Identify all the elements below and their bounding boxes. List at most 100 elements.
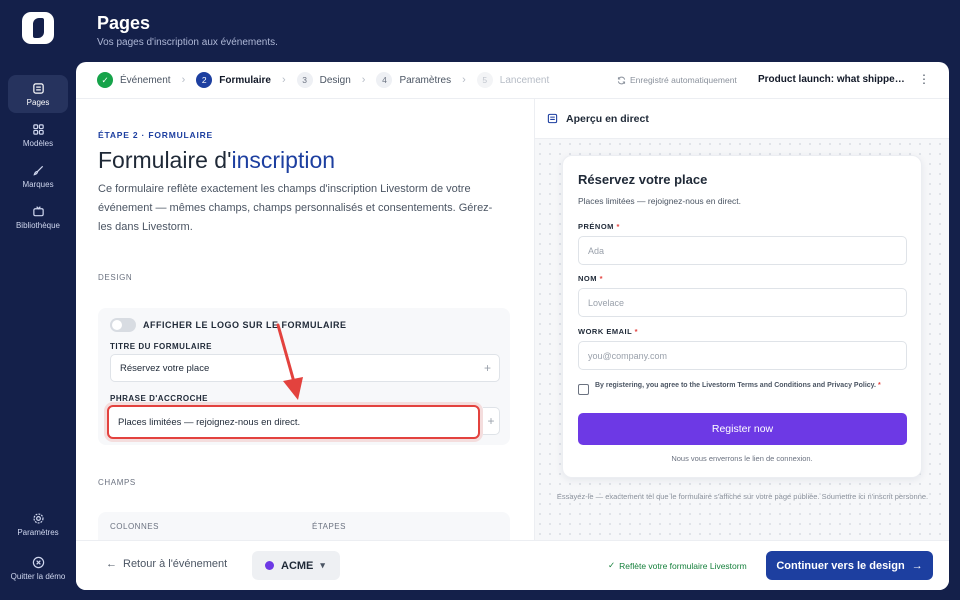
footer-bar: ← Retour à l'événement ACME ▾ ✓ Reflète … [76,540,949,590]
sidebar-item-modeles[interactable]: Modèles [8,116,68,154]
design-settings-box: AFFICHER LE LOGO SUR LE FORMULAIRE TITRE… [98,308,510,445]
step-parametres[interactable]: 4 Paramètres [376,72,451,88]
brand-color-dot [265,561,274,570]
step-label: Paramètres [399,74,452,86]
last-name-field[interactable]: Lovelace [578,288,907,317]
sync-icon [617,76,626,84]
sidebar-item-label: Paramètres [17,527,59,537]
brand-select[interactable]: ACME ▾ [252,551,340,580]
step-design[interactable]: 3 Design [296,72,351,88]
show-logo-toggle[interactable] [110,318,136,332]
back-to-event-button[interactable]: ← Retour à l'événement [106,558,227,570]
sidebar-item-label: Marques [22,179,54,189]
chevron-down-icon: ▾ [320,560,325,570]
brush-icon [32,165,43,176]
stepper: ✓ Événement › 2 Formulaire › 3 Design › … [76,62,949,99]
step-label: Design [319,74,351,86]
tv-icon [32,205,44,216]
preview-header-label: Aperçu en direct [566,112,649,125]
step-number: 2 [196,72,213,88]
brand-name: ACME [281,559,314,572]
exit-icon [32,556,44,568]
form-title-value: Réservez votre place [120,362,210,374]
plus-icon[interactable]: + [484,361,491,375]
chevron-right-icon: › [181,74,186,86]
check-icon: ✓ [97,72,113,88]
columns-header: COLONNES [110,522,159,531]
sidebar-item-marques[interactable]: Marques [8,157,68,195]
preview-form-card: Réservez votre place Places limitées — r… [562,155,922,478]
tagline-input[interactable]: Places limitées — rejoignez-nous en dire… [107,405,480,439]
sidebar-item-settings[interactable]: Paramètres [8,505,68,543]
tagline-label: PHRASE D'ACCROCHE [110,394,208,403]
preview-form-subtitle: Places limitées — rejoignez-nous en dire… [578,196,741,206]
steps-header: ÉTAPES [312,522,346,531]
last-name-label: NOM * [578,274,604,283]
sidebar-item-label: Pages [26,97,50,107]
editor-pane: ÉTAPE 2 · FORMULAIRE Formulaire d'inscri… [76,99,534,552]
gear-icon [32,512,44,524]
sidebar-item-label: Modèles [22,138,54,148]
preview-form-title: Réservez votre place [578,172,708,187]
page-subtitle: Vos pages d'inscription aux événements. [97,37,278,48]
step-number: 5 [476,72,493,88]
plus-icon[interactable]: + [483,407,500,435]
first-name-label: PRÉNOM * [578,222,620,231]
consent-text: By registering, you agree to the Livesto… [595,382,881,389]
sidebar-item-bibliotheque[interactable]: Bibliothèque [8,198,68,236]
sidebar-item-label: Bibliothèque [15,220,61,230]
tagline-value: Places limitées — rejoignez-nous en dire… [118,416,301,428]
cta-label: Continuer vers le design [776,559,905,572]
continue-to-design-button[interactable]: Continuer vers le design → [766,551,933,580]
editor-description: Ce formulaire reflète exactement les cha… [98,183,493,233]
grid-icon [32,123,44,135]
editor-title-accent: inscription [231,147,336,173]
step-evenement[interactable]: ✓ Événement [97,72,171,88]
step-number: 3 [296,72,313,88]
check-icon: ✓ [608,560,616,570]
section-label-fields: CHAMPS [98,478,136,487]
chevron-right-icon: › [462,74,466,86]
autosave-status: Enregistré automatiquement [617,75,737,85]
form-title-label: TITRE DU FORMULAIRE [110,342,212,351]
consent-checkbox[interactable] [578,384,589,395]
form-title-input[interactable]: Réservez votre place + [110,354,500,382]
sidebar-item-pages[interactable]: Pages [8,75,68,113]
arrow-right-icon: → [911,559,923,572]
editor-title-prefix: Formulaire d' [98,147,232,173]
preview-header: Aperçu en direct [535,99,949,139]
exit-demo-button[interactable]: Quitter la démo [8,549,68,587]
arrow-left-icon: ← [106,558,117,570]
live-preview-pane: Aperçu en direct Réservez votre place Pl… [534,99,949,540]
autosave-label: Enregistré automatiquement [630,75,737,85]
sync-status: ✓ Reflète votre formulaire Livestorm [608,560,747,571]
preview-footnote: Essayez-le — exactement tel que le formu… [556,492,929,501]
step-number: 4 [376,72,393,88]
logo-mark [32,18,44,38]
section-label-design: DESIGN [98,273,133,282]
step-label: Événement [120,74,171,86]
step-label: Lancement [499,74,550,86]
more-options-icon[interactable]: ⋮ [918,73,930,85]
step-formulaire[interactable]: 2 Formulaire [196,72,271,88]
work-email-label: WORK EMAIL * [578,327,639,336]
first-name-field[interactable]: Ada [578,236,907,265]
sync-status-label: Reflète votre formulaire Livestorm [619,560,747,571]
step-eyebrow: ÉTAPE 2 · FORMULAIRE [98,130,214,140]
step-label: Formulaire [219,74,271,86]
register-button[interactable]: Register now [578,413,907,445]
preview-note: Nous vous enverrons le lien de connexion… [671,454,813,463]
show-logo-label: AFFICHER LE LOGO SUR LE FORMULAIRE [143,320,347,330]
step-lancement: 5 Lancement [476,72,550,88]
main-card: ✓ Événement › 2 Formulaire › 3 Design › … [76,62,949,590]
preview-icon [547,113,558,124]
work-email-field[interactable]: you@company.com [578,341,907,370]
page-title: Pages [97,13,151,33]
app-logo[interactable] [22,12,54,44]
chevron-right-icon: › [281,74,286,86]
chevron-right-icon: › [361,74,366,86]
left-rail: Pages Modèles Marques Bibliothèque Param… [0,0,76,600]
sidebar-item-label: Quitter la démo [10,571,66,581]
pages-icon [32,82,44,94]
back-label: Retour à l'événement [123,558,228,570]
